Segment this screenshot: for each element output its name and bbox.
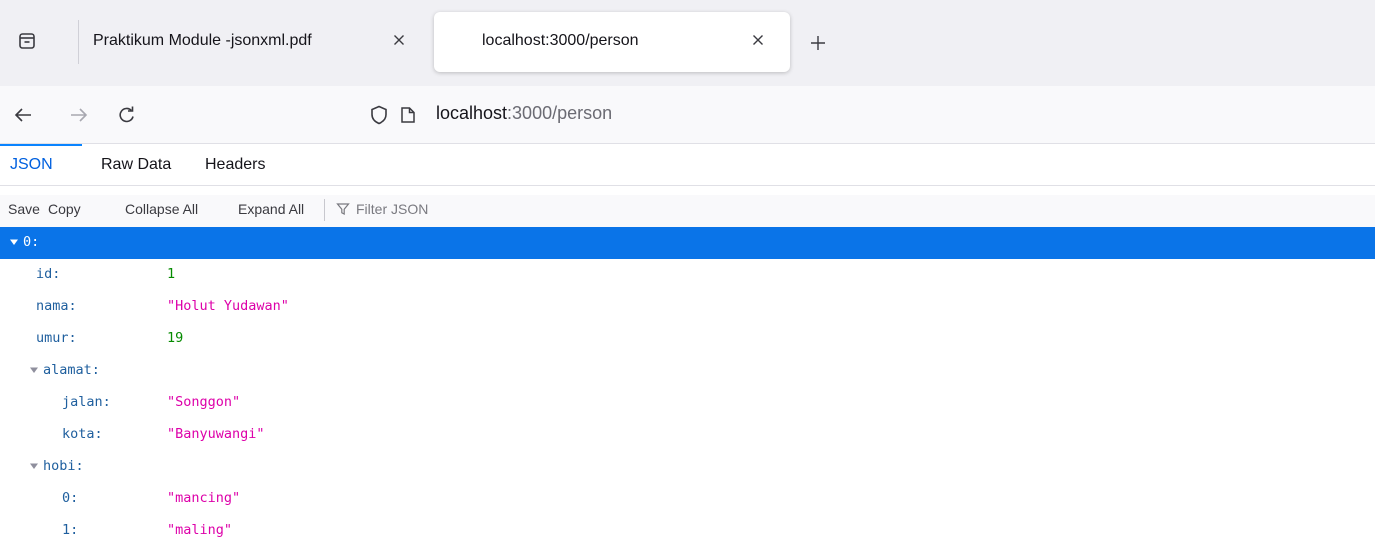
expand-triangle-icon[interactable] xyxy=(30,366,38,374)
filter-json-input[interactable]: Filter JSON xyxy=(336,201,428,217)
copy-button[interactable]: Copy xyxy=(48,201,81,217)
tab-pdf[interactable]: Praktikum Module -jsonxml.pdf xyxy=(80,12,420,72)
collapse-all-button[interactable]: Collapse All xyxy=(125,201,198,217)
json-value-number: 19 xyxy=(167,330,184,346)
json-viewer-tabs: JSON Raw Data Headers xyxy=(0,144,1375,186)
json-key: hobi: xyxy=(43,458,84,474)
expand-triangle-icon[interactable] xyxy=(10,238,18,246)
shield-icon[interactable] xyxy=(370,105,388,130)
page-icon[interactable] xyxy=(400,106,416,129)
json-key: umur: xyxy=(36,330,77,346)
json-value-number: 1 xyxy=(167,266,176,282)
tab-strip: Praktikum Module -jsonxml.pdf localhost:… xyxy=(0,0,1375,86)
tab-list-icon[interactable] xyxy=(14,28,40,54)
json-value-string: "Banyuwangi" xyxy=(167,426,265,442)
tree-row-kota[interactable]: kota: "Banyuwangi" xyxy=(0,419,1375,451)
toolbar-divider xyxy=(324,199,325,221)
url-path: :3000/person xyxy=(507,103,613,123)
tab-json[interactable]: JSON xyxy=(10,156,53,174)
filter-placeholder: Filter JSON xyxy=(356,201,429,217)
tree-row-hobi-0[interactable]: 0: "mancing" xyxy=(0,483,1375,515)
json-value-string: "Holut Yudawan" xyxy=(167,298,289,314)
save-button[interactable]: Save xyxy=(8,201,40,217)
tree-row-alamat[interactable]: alamat: xyxy=(0,355,1375,387)
tree-row-umur[interactable]: umur: 19 xyxy=(0,323,1375,355)
reload-icon[interactable] xyxy=(116,104,138,126)
json-value-string: "mancing" xyxy=(167,490,241,506)
tree-row-nama[interactable]: nama: "Holut Yudawan" xyxy=(0,291,1375,323)
close-icon[interactable] xyxy=(750,32,766,48)
navigation-bar: localhost:3000/person xyxy=(0,86,1375,144)
expand-all-button[interactable]: Expand All xyxy=(238,201,304,217)
json-value-string: "Songgon" xyxy=(167,394,241,410)
tree-row-id[interactable]: id: 1 xyxy=(0,259,1375,291)
json-key: alamat: xyxy=(43,362,100,378)
tab-divider xyxy=(78,20,79,64)
json-key: 0: xyxy=(23,234,40,250)
tree-row-hobi[interactable]: hobi: xyxy=(0,451,1375,483)
forward-arrow-icon[interactable] xyxy=(68,104,90,126)
url-bar[interactable]: localhost:3000/person xyxy=(370,93,1370,137)
json-key: 1: xyxy=(62,522,79,538)
selected-tab-indicator xyxy=(0,144,82,146)
expand-triangle-icon[interactable] xyxy=(30,462,38,470)
json-key: jalan: xyxy=(62,394,111,410)
json-toolbar: Save Copy Collapse All Expand All Filter… xyxy=(0,195,1375,227)
url-text[interactable]: localhost:3000/person xyxy=(436,103,612,124)
url-host: localhost xyxy=(436,103,508,123)
json-key: nama: xyxy=(36,298,77,314)
tab-title: localhost:3000/person xyxy=(482,32,639,49)
tab-localhost[interactable]: localhost:3000/person xyxy=(434,12,790,72)
tree-row-root[interactable]: 0: xyxy=(0,227,1375,259)
tab-headers[interactable]: Headers xyxy=(205,156,265,174)
json-key: kota: xyxy=(62,426,103,442)
tree-row-jalan[interactable]: jalan: "Songgon" xyxy=(0,387,1375,419)
new-tab-plus-icon[interactable] xyxy=(808,33,828,53)
filter-icon xyxy=(336,203,350,215)
back-arrow-icon[interactable] xyxy=(12,104,34,126)
tab-title: Praktikum Module -jsonxml.pdf xyxy=(93,32,312,49)
json-key: id: xyxy=(36,266,61,282)
json-value-string: "maling" xyxy=(167,522,233,538)
tree-row-hobi-1[interactable]: 1: "maling" xyxy=(0,515,1375,547)
json-key: 0: xyxy=(62,490,79,506)
tab-raw-data[interactable]: Raw Data xyxy=(101,156,171,174)
close-icon[interactable] xyxy=(391,32,407,48)
